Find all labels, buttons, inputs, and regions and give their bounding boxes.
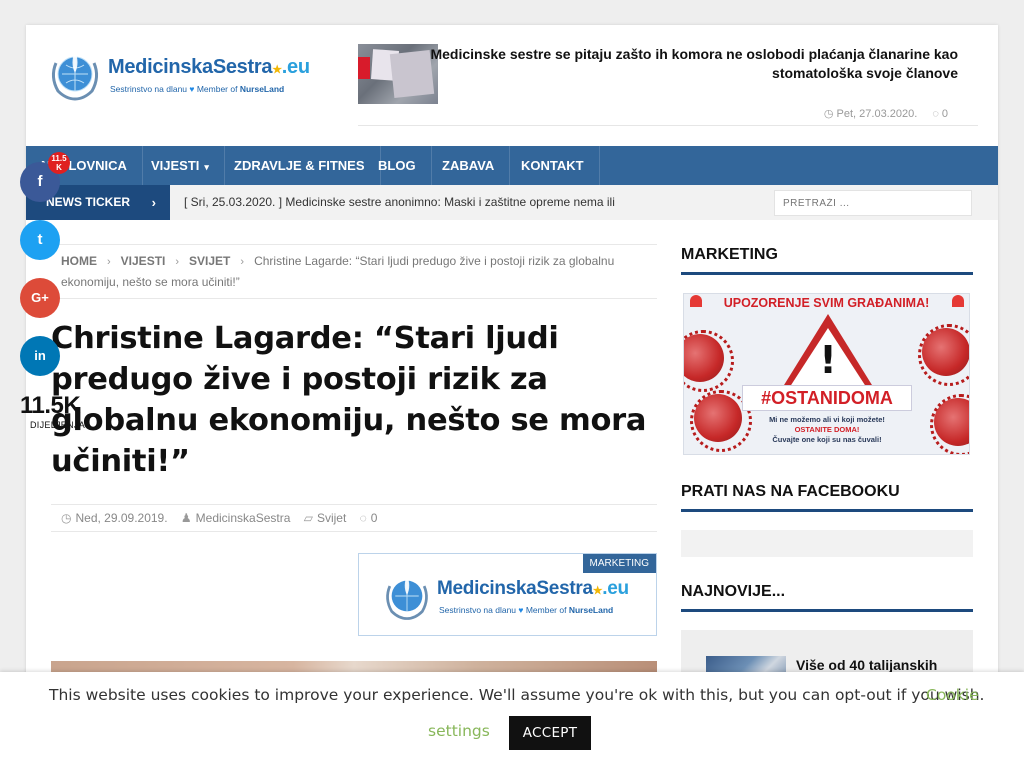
breadcrumb-vijesti[interactable]: VIJESTI [121, 254, 166, 268]
article-comments[interactable]: 0 [371, 511, 378, 525]
clock-icon: ◷ [61, 511, 72, 525]
accept-cookies-button[interactable]: ACCEPT [509, 716, 591, 750]
facebook-icon: f [37, 173, 43, 190]
nav-item-kontakt[interactable]: KONTAKT [506, 146, 600, 185]
banner-headline: UPOZORENJE SVIM GRAĐANIMA! [723, 296, 930, 310]
breadcrumb-home[interactable]: HOME [61, 254, 97, 268]
comment-icon: ◌ [359, 511, 367, 525]
cookie-settings-link[interactable]: Cookie [926, 686, 979, 704]
cookie-settings-link-continued[interactable]: settings [428, 722, 490, 740]
search-input[interactable] [774, 190, 972, 216]
user-icon: ♟ [180, 511, 192, 525]
cookie-message: This website uses cookies to improve you… [49, 686, 985, 704]
clock-icon: ◷ [823, 108, 834, 120]
twitter-icon: t [37, 231, 43, 248]
cookie-consent-bar: This website uses cookies to improve you… [0, 672, 1024, 768]
chevron-right-icon: › [240, 256, 245, 268]
share-total-count: 11.5K [20, 392, 81, 419]
exclamation-icon: ! [819, 338, 837, 382]
sidebar-heading-facebook: PRATI NAS NA FACEBOOKU [681, 483, 973, 512]
logo-tagline: Sestrinstvo na dlanu ♥ Member of NurseLa… [110, 84, 285, 94]
share-total-label: DIJELJENJA [30, 420, 86, 430]
nav-item-blog[interactable]: BLOG [363, 146, 432, 185]
star-icon: ★ [592, 585, 603, 597]
nav-item-vijesti[interactable]: VIJESTI ▾ [136, 146, 225, 185]
sidebar-heading-latest: NAJNOVIJE... [681, 583, 973, 612]
ostanidoma-banner[interactable]: UPOZORENJE SVIM GRAĐANIMA! ! #OSTANIDOMA… [683, 293, 970, 455]
share-count-badge: 11.5 K [48, 152, 70, 174]
linkedin-share-button[interactable]: in [20, 336, 60, 376]
google-plus-icon: G+ [31, 290, 49, 305]
globe-laurel-icon [386, 575, 428, 620]
ad-logo-wordmark: MedicinskaSestra★.eu [437, 578, 629, 599]
article-title: Christine Lagarde: “Stari ljudi predugo … [51, 321, 647, 479]
page-container: MedicinskaSestra★.eu Sestrinstvo na dlan… [26, 25, 998, 768]
header-news-meta: ◷ Pet, 27.03.2020. ◌ 0 [821, 107, 948, 120]
banner-hashtag: #OSTANIDOMA [742, 385, 912, 411]
news-ticker: NEWS TICKER › [ Sri, 25.03.2020. ] Medici… [26, 185, 998, 220]
chevron-right-icon: › [151, 195, 156, 210]
ad-logo-tagline: Sestrinstvo na dlanu ♥ Member of NurseLa… [439, 605, 614, 615]
heart-icon: ♥ [518, 605, 524, 615]
virus-icon [930, 394, 969, 454]
header-news-date: Pet, 27.03.2020. [836, 108, 918, 120]
marketing-ad[interactable]: MARKETING MedicinskaSestra★.eu Sestrinst… [358, 553, 657, 636]
ad-logo: MedicinskaSestra★.eu Sestrinstvo na dlan… [379, 566, 649, 628]
sidebar-heading-marketing: MARKETING [681, 246, 973, 275]
ticker-headline[interactable]: [ Sri, 25.03.2020. ] Medicinske sestre a… [184, 185, 640, 220]
article-meta: ◷ Ned, 29.09.2019. ♟ MedicinskaSestra ▱ Svi… [51, 504, 657, 532]
virus-icon [918, 324, 969, 386]
chevron-right-icon: › [175, 256, 180, 268]
nav-item-zdravlje-fitnes[interactable]: ZDRAVLJE & FITNES [219, 146, 381, 185]
site-logo[interactable]: MedicinskaSestra★.eu Sestrinstvo na dlan… [44, 43, 314, 105]
heart-icon: ♥ [189, 84, 195, 94]
logo-wordmark: MedicinskaSestra★.eu [108, 56, 310, 78]
folder-icon: ▱ [303, 511, 313, 525]
google-plus-share-button[interactable]: G+ [20, 278, 60, 318]
nav-item-zabava[interactable]: ZABAVA [427, 146, 511, 185]
breadcrumb-svijet[interactable]: SVIJET [189, 254, 230, 268]
header-news-title[interactable]: Medicinske sestre se pitaju zašto ih kom… [428, 45, 958, 83]
article-author[interactable]: MedicinskaSestra [196, 511, 291, 525]
facebook-widget[interactable] [681, 530, 973, 557]
article-category[interactable]: Svijet [317, 511, 346, 525]
banner-message: Mi ne možemo ali vi koji možete! OSTANIT… [769, 415, 885, 444]
main-navigation: NASLOVNICA VIJESTI ▾ ZDRAVLJE & FITNES BL… [26, 146, 998, 185]
comment-icon: ◌ [932, 108, 939, 120]
header-featured-news: Medicinske sestre se pitaju zašto ih kom… [358, 44, 978, 126]
linkedin-icon: in [34, 348, 46, 363]
star-icon: ★ [272, 64, 282, 76]
chevron-down-icon: ▾ [204, 162, 209, 172]
chevron-right-icon: › [107, 256, 111, 268]
breadcrumb: HOME › VIJESTI › SVIJET › Christine Lagarde: “… [51, 244, 657, 299]
article-date: Ned, 29.09.2019. [75, 511, 168, 525]
virus-icon [690, 390, 752, 452]
virus-icon [684, 330, 734, 392]
header-news-thumbnail[interactable] [358, 44, 438, 104]
header-news-comments[interactable]: 0 [942, 108, 948, 120]
globe-laurel-icon [51, 51, 99, 101]
twitter-share-button[interactable]: t [20, 220, 60, 260]
